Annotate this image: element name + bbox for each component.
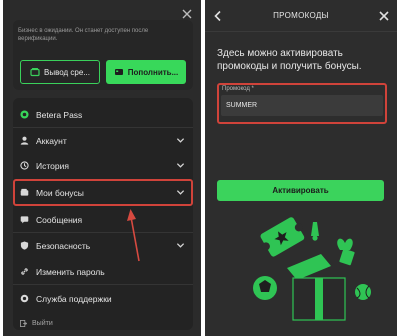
shield-icon (20, 241, 29, 250)
menu-item-change-password[interactable]: Изменить пароль (13, 259, 193, 284)
activate-button[interactable]: Активировать (217, 180, 384, 201)
withdraw-button[interactable]: Вывод сре... (20, 60, 100, 84)
menu-item-label: Служба поддержки (36, 293, 112, 304)
betera-pass-icon (20, 110, 29, 119)
close-icon[interactable] (379, 11, 389, 21)
promo-code-label: Промокод * (222, 86, 254, 92)
chevron-down-icon (176, 138, 185, 143)
promocodes-panel: ПРОМОКОДЫ Здесь можно активировать промо… (205, 0, 397, 336)
account-menu-panel: Бизнес в ожидании. Он станет доступен по… (3, 0, 201, 336)
card-icon (114, 69, 123, 75)
menu-item-label: Betera Pass (36, 109, 83, 120)
menu-item-support[interactable]: Служба поддержки (13, 286, 193, 311)
logout-icon (20, 320, 27, 327)
page-title: ПРОМОКОДЫ (273, 11, 329, 20)
chevron-down-icon (176, 243, 185, 248)
withdraw-button-label: Вывод сре... (44, 67, 90, 77)
menu-item-security[interactable]: Безопасность (13, 233, 193, 258)
menu-item-label: Сообщения (36, 214, 83, 225)
menu-item-label: История (36, 160, 69, 171)
promo-code-input[interactable] (221, 95, 383, 116)
pointer-arrow (127, 209, 140, 262)
logout-label: Выйти (32, 320, 53, 327)
deposit-button-label: Пополнить... (127, 67, 179, 77)
menu-item-label: Аккаунт (36, 135, 67, 146)
menu-divider (13, 284, 193, 285)
menu-item-label: Безопасность (36, 240, 91, 251)
menu-item-history[interactable]: История (13, 153, 193, 178)
highlight-frame (13, 179, 193, 206)
user-icon (20, 136, 29, 145)
logout-link[interactable]: Выйти (20, 320, 53, 327)
message-icon (20, 216, 29, 224)
close-icon[interactable] (181, 8, 193, 20)
gifts-illustration (253, 217, 371, 321)
deposit-button[interactable]: Пополнить... (106, 60, 186, 84)
chevron-down-icon (176, 163, 185, 168)
menu-item-betera-pass[interactable]: Betera Pass (13, 102, 193, 127)
intro-text: Здесь можно активировать промокоды и пол… (217, 48, 362, 72)
promocodes-header: ПРОМОКОДЫ (205, 0, 397, 32)
verification-pending-text: Бизнес в ожидании. Он станет доступен по… (18, 28, 149, 42)
history-icon (20, 161, 29, 170)
support-icon (20, 294, 29, 303)
menu-item-account[interactable]: Аккаунт (13, 128, 193, 153)
menu-item-label: Изменить пароль (36, 266, 105, 277)
link-icon (21, 268, 28, 275)
menu-item-messages[interactable]: Сообщения (13, 207, 193, 232)
wallet-icon (30, 68, 40, 77)
